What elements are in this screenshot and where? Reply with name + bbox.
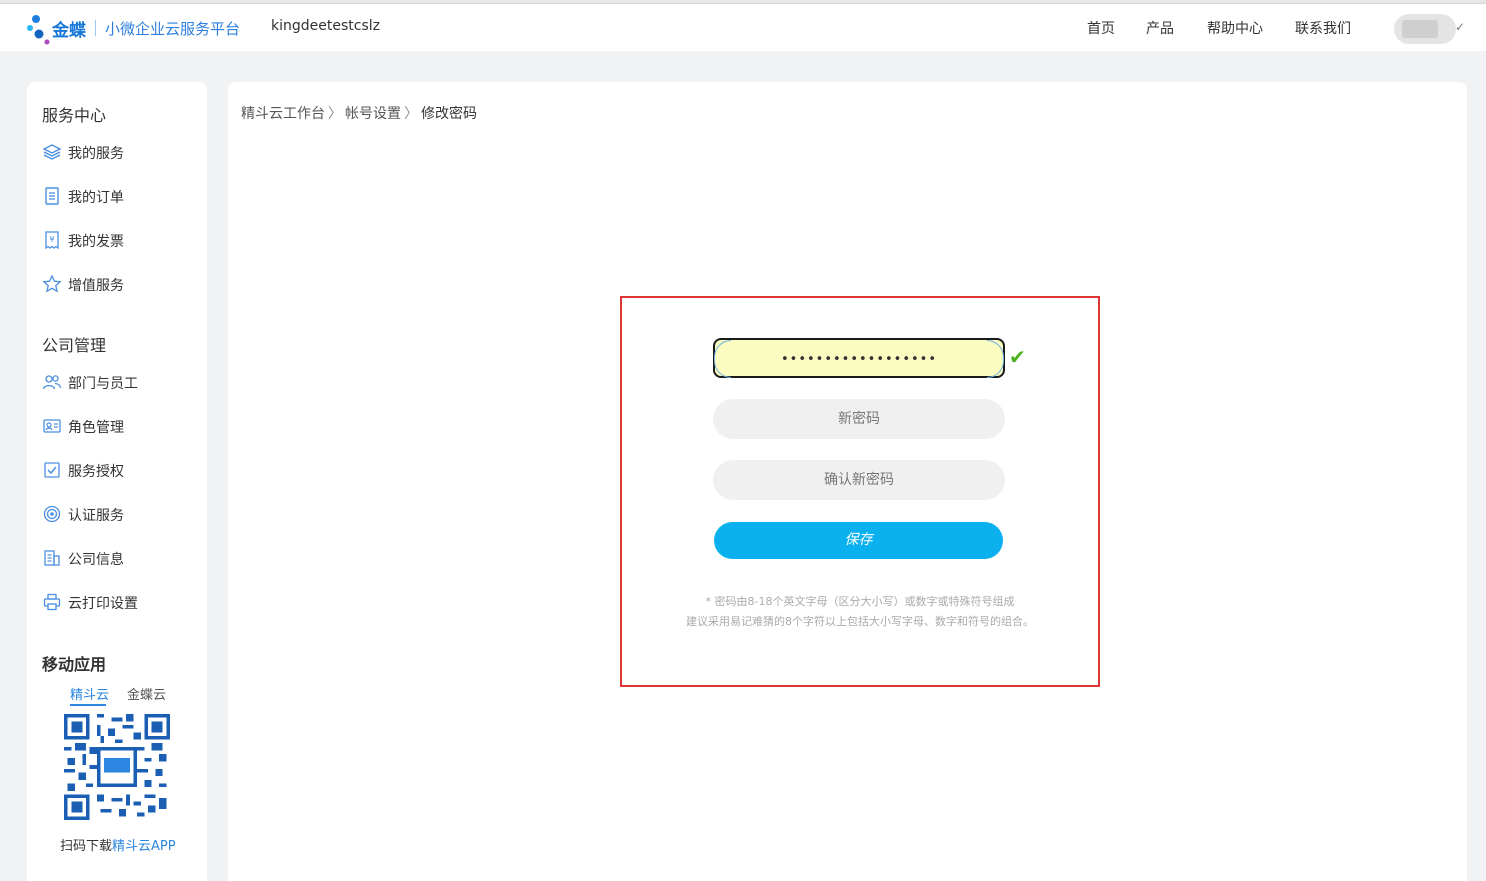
nav-contact-us[interactable]: 联系我们 [1295,18,1351,38]
section-title-company-management: 公司管理 [42,336,107,355]
sidebar-item-my-orders[interactable]: 我的订单 [42,184,192,208]
sidebar-item-label: 部门与员工 [68,376,138,392]
sidebar-item-value-added-services[interactable]: 增值服务 [42,272,192,296]
id-card-icon [43,419,61,433]
sidebar-item-label: 认证服务 [68,508,124,524]
invoice-icon: ¥ [45,231,59,250]
sidebar-item-my-invoices[interactable]: ¥ 我的发票 [42,228,192,252]
svg-text:¥: ¥ [49,235,54,244]
save-button[interactable]: 保存 [714,522,1003,559]
nav-help-center[interactable]: 帮助中心 [1207,18,1263,38]
qr-caption: 扫码下载精斗云APP [60,835,176,854]
sidebar-item-my-services[interactable]: 我的服务 [42,140,192,164]
breadcrumb-change-password: 修改密码 [421,106,477,122]
users-icon [42,375,62,390]
sidebar-item-label: 我的订单 [68,190,124,206]
building-icon [44,550,60,566]
nav-products[interactable]: 产品 [1146,18,1174,38]
checkbox-icon [44,462,60,478]
qr-code-image [64,714,170,820]
brand-name[interactable]: 金蝶 [52,16,86,41]
new-password-field[interactable]: 新密码 [713,399,1005,439]
checkmark-icon: ✔ [1009,345,1026,369]
user-avatar[interactable] [1394,14,1456,44]
breadcrumb: 精斗云工作台〉帐号设置〉修改密码 [241,103,477,123]
tab-jingdouyun[interactable]: 精斗云 [70,684,109,703]
sidebar-item-label: 公司信息 [68,552,124,568]
sidebar-item-certification-services[interactable]: 认证服务 [42,502,192,526]
sidebar-item-label: 增值服务 [68,278,124,294]
sidebar-item-departments-employees[interactable]: 部门与员工 [42,370,192,394]
active-tab-indicator [70,704,106,706]
sidebar-item-role-management[interactable]: 角色管理 [42,414,192,438]
sidebar-item-service-authorization[interactable]: 服务授权 [42,458,192,482]
section-title-service-center: 服务中心 [42,106,107,125]
section-title-mobile-apps: 移动应用 [42,655,107,674]
sidebar-item-label: 服务授权 [68,464,124,480]
sidebar-item-company-info[interactable]: 公司信息 [42,546,192,570]
account-name: kingdeetestcslz [271,18,380,34]
breadcrumb-account-settings[interactable]: 帐号设置 [345,106,401,122]
top-header: 金蝶 小微企业云服务平台 kingdeetestcslz 首页 产品 帮助中心 … [0,4,1486,51]
breadcrumb-separator: 〉 [404,106,418,122]
nav-home[interactable]: 首页 [1087,18,1115,38]
current-password-field[interactable]: •••••••••••••••••• [713,338,1005,378]
sidebar-item-label: 角色管理 [68,420,124,436]
platform-name[interactable]: 小微企业云服务平台 [105,18,240,39]
confirm-password-field[interactable]: 确认新密码 [713,460,1005,500]
qr-caption-text: 扫码下载 [60,839,113,854]
sidebar-item-label: 我的发票 [68,234,124,250]
sidebar-item-label: 云打印设置 [68,596,138,612]
printer-icon [43,593,61,611]
layers-icon [42,144,62,160]
kingdee-logo-icon [27,15,50,45]
document-icon [45,187,59,205]
star-icon [42,274,62,293]
sidebar-item-label: 我的服务 [68,146,124,162]
password-rule-hint: * 密码由8-18个英文字母（区分大小写）或数字或特殊符号组成 [705,595,1015,608]
main-content: 精斗云工作台〉帐号设置〉修改密码 •••••••••••••••••• ✔ 新密… [228,82,1467,881]
breadcrumb-separator: 〉 [328,106,342,122]
target-icon [43,505,61,523]
breadcrumb-workbench[interactable]: 精斗云工作台 [241,106,325,122]
sidebar: 服务中心 我的服务 我的订单 ¥ 我的发票 增值服务 公司管理 部门与员工 角色… [27,82,207,881]
sidebar-item-cloud-print-settings[interactable]: 云打印设置 [42,590,192,614]
avatar-dropdown-icon[interactable]: ✓ [1455,20,1465,34]
brand-divider [95,20,96,36]
tab-kingdee-cloud[interactable]: 金蝶云 [127,684,166,703]
qr-caption-app-name[interactable]: 精斗云APP [112,839,176,854]
password-suggestion-hint: 建议采用易记难猜的8个字符以上包括大小写字母、数字和符号的组合。 [686,615,1034,628]
